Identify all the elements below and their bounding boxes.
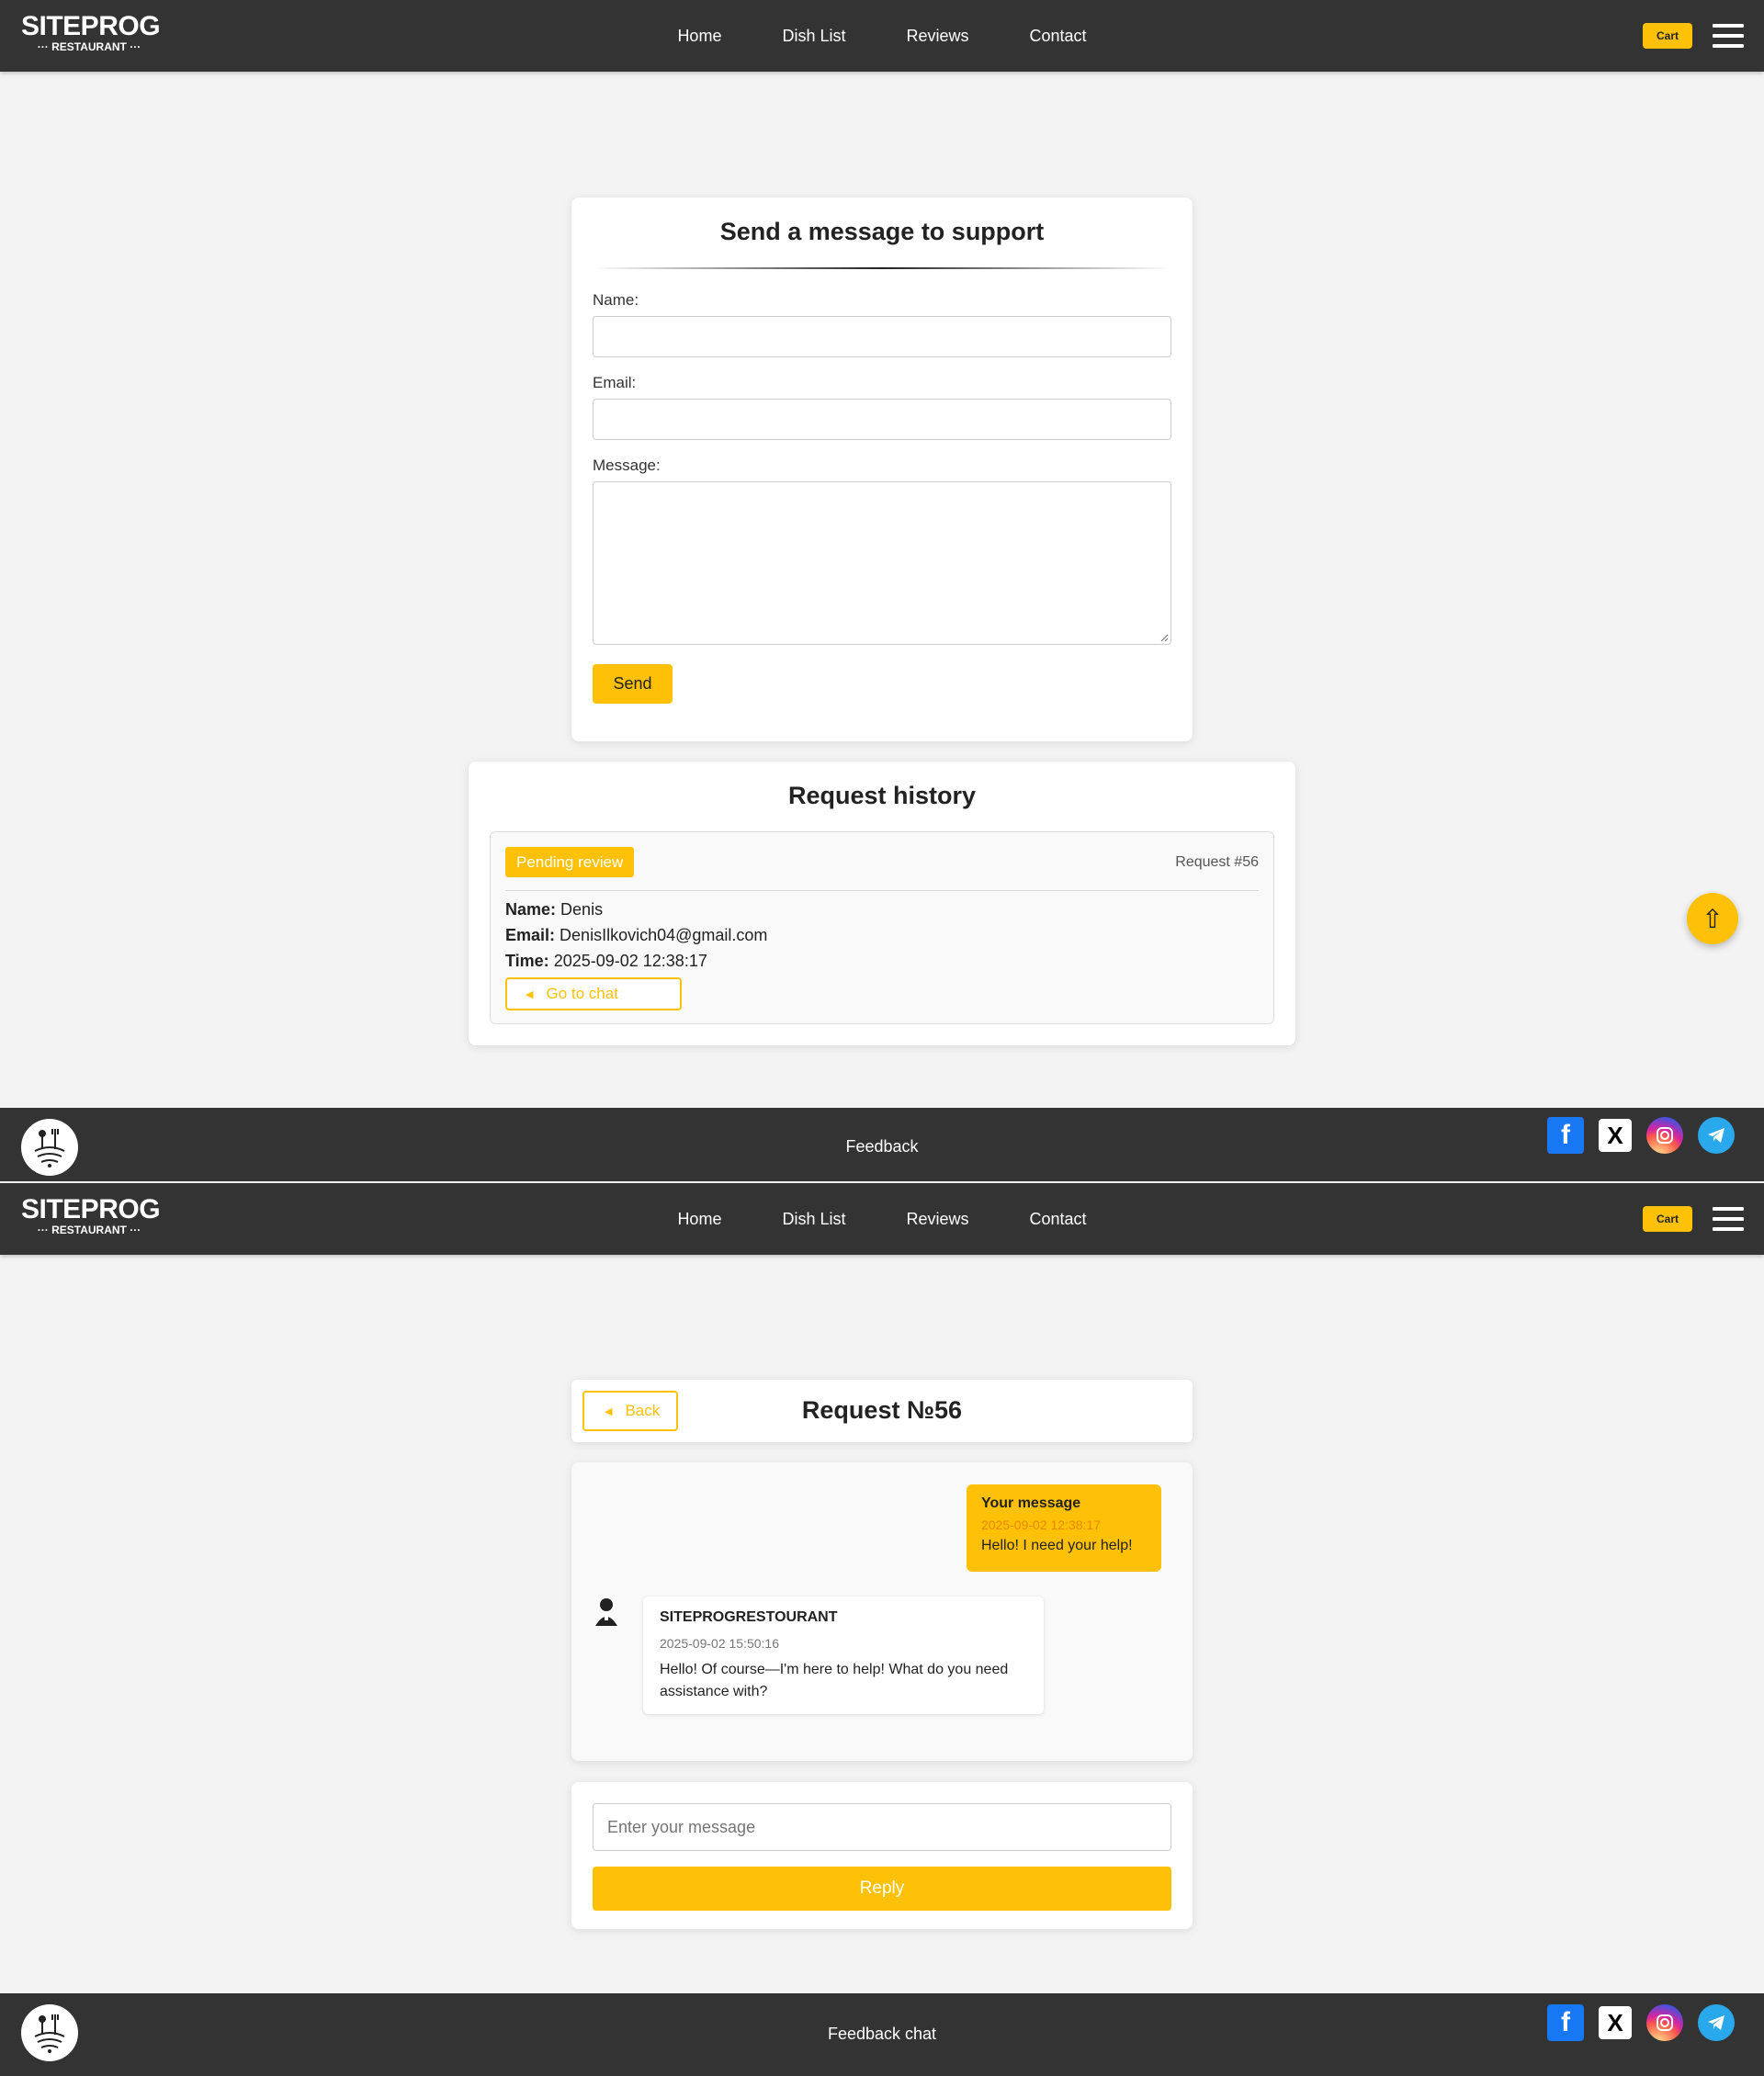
arrow-up-icon: ⇧: [1702, 904, 1724, 933]
site-footer: Feedback f X: [0, 1108, 1764, 1181]
instagram-icon[interactable]: [1646, 2004, 1683, 2041]
resize-handle-icon[interactable]: [1159, 633, 1169, 642]
facebook-icon[interactable]: f: [1547, 1117, 1584, 1154]
message-author: SITEPROGRESTOURANT: [660, 1609, 838, 1625]
message-author: Your message: [981, 1495, 1081, 1511]
status-badge: Pending review: [505, 847, 635, 877]
x-icon[interactable]: X: [1599, 2006, 1632, 2039]
logo-subtitle: ··· RESTAURANT ···: [37, 1224, 141, 1236]
message-text: Hello! Of course—I'm here to help! What …: [660, 1662, 1009, 1699]
message-label: Message:: [593, 457, 661, 474]
message-text: Hello! I need your help!: [981, 1538, 1133, 1553]
support-message-bubble: SITEPROGRESTOURANT 2025-09-02 15:50:16 H…: [643, 1596, 1044, 1714]
chat-title: Request №56: [801, 1396, 963, 1424]
request-email: Email: DenisIlkovich04@gmail.com: [505, 926, 768, 944]
nav-dish-list[interactable]: Dish List: [782, 27, 845, 46]
logo-subtitle: ··· RESTAURANT ···: [37, 40, 141, 53]
support-form-title: Send a message to support: [719, 218, 1045, 245]
nav-home[interactable]: Home: [677, 1210, 721, 1229]
site-header: Home Dish List Reviews Contact SITEPROG …: [0, 0, 1764, 72]
nav-reviews[interactable]: Reviews: [906, 27, 968, 46]
facebook-icon[interactable]: f: [1547, 2004, 1584, 2041]
request-time: Time: 2025-09-02 12:38:17: [505, 952, 707, 970]
title-divider: [594, 267, 1170, 269]
cart-button[interactable]: Cart: [1643, 1206, 1692, 1232]
nav-contact[interactable]: Contact: [1030, 27, 1087, 46]
site-footer-2: Feedback chat f X: [0, 1993, 1764, 2076]
logo-title: SITEPROG: [21, 1194, 161, 1224]
site-header-2: Home Dish List Reviews Contact SITEPROG …: [0, 1183, 1764, 1255]
user-message-bubble: Your message 2025-09-02 12:38:17 Hello! …: [967, 1484, 1161, 1572]
chat-messages-card: Your message 2025-09-02 12:38:17 Hello! …: [571, 1462, 1193, 1761]
caret-left-icon: ◀: [526, 988, 534, 1000]
name-input[interactable]: [593, 316, 1171, 357]
nav-contact[interactable]: Contact: [1030, 1210, 1087, 1229]
footer-feedback-link[interactable]: Feedback: [0, 1137, 1764, 1156]
request-item: Pending review Request #56 Name: Denis E…: [490, 831, 1274, 1024]
telegram-icon[interactable]: [1698, 1117, 1735, 1154]
main-nav-2: Home Dish List Reviews Contact: [0, 1183, 1764, 1255]
email-input[interactable]: [593, 399, 1171, 440]
support-avatar-icon: [594, 1596, 619, 1626]
cart-button[interactable]: Cart: [1643, 23, 1692, 49]
message-time: 2025-09-02 12:38:17: [981, 1518, 1101, 1532]
site-logo[interactable]: SITEPROG ··· RESTAURANT ···: [21, 11, 168, 54]
message-time: 2025-09-02 15:50:16: [660, 1636, 779, 1651]
main-nav: Home Dish List Reviews Contact: [0, 0, 1764, 72]
name-label: Name:: [593, 291, 639, 309]
chat-header-card: ◀ Back Request №56: [571, 1380, 1193, 1442]
support-form-card: Send a message to support Name: Email: M…: [571, 197, 1193, 741]
reply-card: Reply: [571, 1782, 1193, 1929]
go-to-chat-button[interactable]: ◀ Go to chat: [505, 977, 682, 1010]
request-id: Request #56: [1175, 854, 1259, 870]
social-links: f X: [1547, 1117, 1735, 1154]
email-label: Email:: [593, 374, 637, 391]
reply-input[interactable]: [593, 1803, 1171, 1851]
nav-home[interactable]: Home: [677, 27, 721, 46]
scroll-top-button[interactable]: ⇧: [1687, 893, 1738, 944]
telegram-icon[interactable]: [1698, 2004, 1735, 2041]
x-icon[interactable]: X: [1599, 1119, 1632, 1152]
logo-title: SITEPROG: [21, 11, 161, 41]
item-divider: [505, 890, 1259, 891]
menu-icon[interactable]: [1713, 1207, 1744, 1231]
social-links: f X: [1547, 2004, 1735, 2041]
footer-feedback-chat-link[interactable]: Feedback chat: [0, 2025, 1764, 2044]
request-history-title: Request history: [787, 782, 977, 809]
reply-button[interactable]: Reply: [593, 1867, 1171, 1911]
message-textarea[interactable]: [593, 481, 1171, 645]
nav-dish-list[interactable]: Dish List: [782, 1210, 845, 1229]
request-name: Name: Denis: [505, 900, 604, 919]
menu-icon[interactable]: [1713, 24, 1744, 48]
instagram-icon[interactable]: [1646, 1117, 1683, 1154]
site-logo[interactable]: SITEPROG ··· RESTAURANT ···: [21, 1194, 168, 1237]
send-button[interactable]: Send: [593, 664, 673, 704]
request-history-card: Request history Pending review Request #…: [469, 762, 1295, 1045]
nav-reviews[interactable]: Reviews: [906, 1210, 968, 1229]
